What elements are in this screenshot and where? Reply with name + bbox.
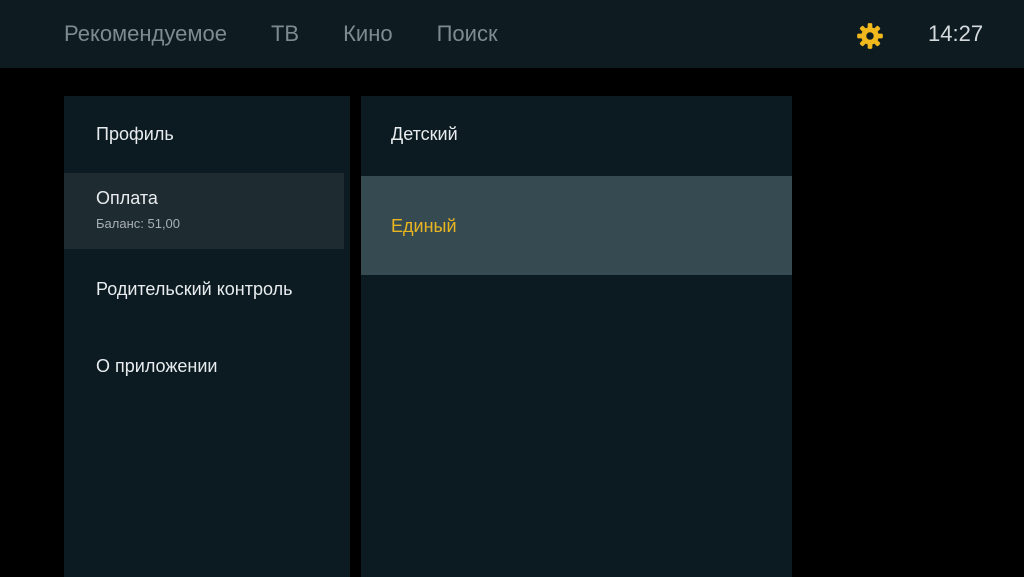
menu-item-label: Профиль [96, 124, 174, 144]
menu-item-payment[interactable]: Оплата Баланс: 51,00 [64, 173, 344, 249]
clock: 14:27 [928, 21, 984, 46]
nav-item-movies[interactable]: Кино [343, 0, 393, 68]
menu-item-about[interactable]: О приложении [64, 327, 344, 403]
nav-item-search[interactable]: Поиск [437, 0, 498, 68]
option-label: Детский [391, 124, 458, 144]
top-bar: Рекомендуемое ТВ Кино Поиск 14:27 [0, 0, 1024, 68]
gear-icon[interactable] [856, 22, 884, 50]
menu-item-parental-control[interactable]: Родительский контроль [64, 250, 344, 326]
option-single[interactable]: Единый [361, 176, 792, 275]
balance-text: Баланс: 51,00 [96, 216, 181, 231]
nav-item-tv[interactable]: ТВ [271, 0, 299, 68]
option-label: Единый [391, 216, 457, 236]
option-kids[interactable]: Детский [361, 96, 792, 176]
menu-item-profile[interactable]: Профиль [64, 96, 344, 172]
settings-screen: Рекомендуемое ТВ Кино Поиск 14:27 Профил… [0, 0, 1024, 577]
main-nav: Рекомендуемое ТВ Кино Поиск [64, 0, 542, 68]
menu-item-label: О приложении [96, 356, 218, 376]
menu-item-label: Родительский контроль [96, 279, 293, 299]
nav-item-recommended[interactable]: Рекомендуемое [64, 0, 227, 68]
settings-menu: Профиль Оплата Баланс: 51,00 Родительски… [64, 96, 350, 577]
menu-item-label: Оплата [96, 188, 158, 208]
options-panel: Детский Единый [361, 96, 792, 577]
